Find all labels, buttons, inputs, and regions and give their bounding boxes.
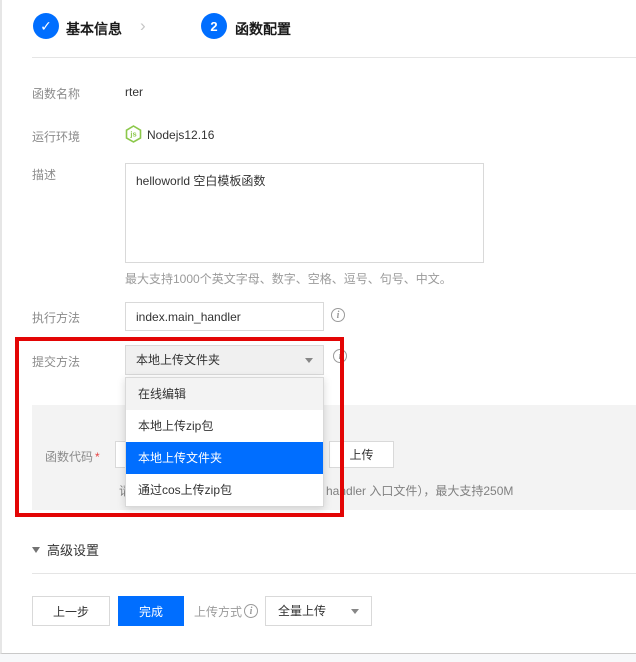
caret-down-icon — [305, 358, 313, 363]
handler-input[interactable] — [125, 302, 324, 331]
function-name-label: 函数名称 — [32, 85, 80, 102]
upload-button[interactable]: 上传 — [329, 441, 394, 468]
submit-method-select[interactable]: 本地上传文件夹 — [125, 345, 324, 375]
previous-step-button[interactable]: 上一步 — [32, 596, 110, 626]
code-hint-suffix: handler 入口文件），最大支持250M — [326, 482, 513, 499]
required-asterisk: * — [95, 450, 100, 464]
done-button[interactable]: 完成 — [118, 596, 184, 626]
submit-method-value: 本地上传文件夹 — [136, 353, 220, 367]
handler-info-icon[interactable]: i — [331, 308, 345, 322]
submit-method-dropdown: 在线编辑 本地上传zip包 本地上传文件夹 通过cos上传zip包 — [125, 377, 324, 507]
menu-item-online-edit[interactable]: 在线编辑 — [126, 378, 323, 410]
header-divider — [32, 57, 636, 58]
step-2-label: 函数配置 — [235, 19, 291, 39]
runtime-label: 运行环境 — [32, 128, 80, 145]
upload-mode-info-icon[interactable]: i — [244, 604, 258, 618]
chevron-right-icon: › — [140, 16, 146, 36]
menu-item-upload-folder[interactable]: 本地上传文件夹 — [126, 442, 323, 474]
upload-mode-label-text: 上传方式 — [194, 603, 242, 620]
step-2-number: 2 — [210, 19, 217, 34]
runtime-value: Nodejs12.16 — [147, 128, 214, 142]
description-label: 描述 — [32, 166, 56, 183]
menu-item-upload-zip[interactable]: 本地上传zip包 — [126, 410, 323, 442]
caret-down-icon — [351, 609, 359, 614]
upload-mode-select[interactable]: 全量上传 — [265, 596, 372, 626]
submit-method-info-icon[interactable]: i — [333, 349, 347, 363]
upload-mode-value: 全量上传 — [278, 604, 326, 618]
nodejs-icon-text: js — [129, 130, 136, 139]
handler-label: 执行方法 — [32, 309, 80, 326]
function-code-label-text: 函数代码 — [45, 450, 93, 464]
menu-item-cos-zip[interactable]: 通过cos上传zip包 — [126, 474, 323, 506]
function-name-value: rter — [125, 85, 143, 99]
step-2-circle: 2 — [201, 13, 227, 39]
description-textarea[interactable]: helloworld 空白模板函数 — [125, 163, 484, 263]
footer-divider — [32, 573, 636, 574]
submit-method-label: 提交方法 — [32, 353, 80, 370]
upload-mode-label: 上传方式 i — [194, 596, 258, 626]
nodejs-icon: js — [125, 125, 142, 148]
step-1-label: 基本信息 — [66, 19, 122, 39]
advanced-settings-label: 高级设置 — [47, 540, 99, 559]
advanced-settings-toggle[interactable]: 高级设置 — [32, 540, 99, 559]
check-icon: ✓ — [40, 18, 52, 35]
step-1-circle[interactable]: ✓ — [33, 13, 59, 39]
function-code-label: 函数代码* — [45, 448, 100, 465]
content-panel: ✓ 基本信息 › 2 函数配置 函数名称 rter 运行环境 js Nodejs… — [0, 0, 636, 654]
triangle-down-icon — [32, 547, 40, 553]
description-hint: 最大支持1000个英文字母、数字、空格、逗号、句号、中文。 — [125, 270, 452, 287]
